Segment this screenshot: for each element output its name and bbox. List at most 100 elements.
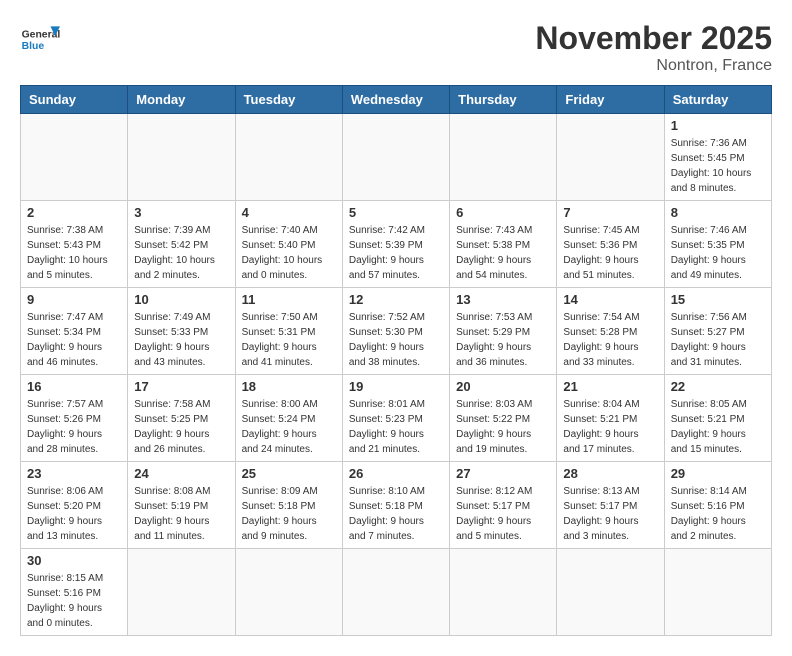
calendar-cell: 3 Sunrise: 7:39 AMSunset: 5:42 PMDaylight…: [128, 201, 235, 288]
day-info: Sunrise: 8:12 AMSunset: 5:17 PMDaylight:…: [456, 484, 550, 544]
weekday-header-saturday: Saturday: [664, 86, 771, 114]
calendar-cell: 24Sunrise: 8:08 AMSunset: 5:19 PMDayligh…: [128, 462, 235, 549]
weekday-header-thursday: Thursday: [450, 86, 557, 114]
day-info: Sunrise: 7:52 AMSunset: 5:30 PMDaylight:…: [349, 310, 443, 370]
calendar-cell: 12 Sunrise: 7:52 AMSunset: 5:30 PMDayligh…: [342, 288, 449, 375]
logo-icon: General Blue: [20, 20, 60, 60]
calendar-cell: 7 Sunrise: 7:45 AMSunset: 5:36 PMDaylight…: [557, 201, 664, 288]
day-number: 18: [242, 379, 336, 394]
weekday-header-row: SundayMondayTuesdayWednesdayThursdayFrid…: [21, 86, 772, 114]
day-number: 3: [134, 205, 228, 220]
weekday-header-monday: Monday: [128, 86, 235, 114]
calendar-cell: [128, 114, 235, 201]
day-number: 10: [134, 292, 228, 307]
calendar-cell: [664, 549, 771, 636]
calendar-cell: 19Sunrise: 8:01 AMSunset: 5:23 PMDayligh…: [342, 375, 449, 462]
day-info: Sunrise: 8:00 AMSunset: 5:24 PMDaylight:…: [242, 397, 336, 457]
day-info: Sunrise: 7:42 AMSunset: 5:39 PMDaylight:…: [349, 223, 443, 283]
day-info: Sunrise: 8:04 AMSunset: 5:21 PMDaylight:…: [563, 397, 657, 457]
day-info: Sunrise: 7:46 AMSunset: 5:35 PMDaylight:…: [671, 223, 765, 283]
day-info: Sunrise: 7:40 AMSunset: 5:40 PMDaylight:…: [242, 223, 336, 283]
calendar-cell: 11Sunrise: 7:50 AMSunset: 5:31 PMDayligh…: [235, 288, 342, 375]
day-number: 20: [456, 379, 550, 394]
week-row-2: 2Sunrise: 7:38 AMSunset: 5:43 PMDaylight…: [21, 201, 772, 288]
day-info: Sunrise: 7:39 AMSunset: 5:42 PMDaylight:…: [134, 223, 228, 283]
calendar-cell: 18 Sunrise: 8:00 AMSunset: 5:24 PMDayligh…: [235, 375, 342, 462]
svg-text:Blue: Blue: [22, 41, 45, 52]
calendar-cell: 5 Sunrise: 7:42 AMSunset: 5:39 PMDaylight…: [342, 201, 449, 288]
day-info: Sunrise: 7:50 AMSunset: 5:31 PMDaylight:…: [242, 310, 336, 370]
calendar-cell: 30 Sunrise: 8:15 AMSunset: 5:16 PMDayligh…: [21, 549, 128, 636]
week-row-1: 1 Sunrise: 7:36 AMSunset: 5:45 PMDaylight…: [21, 114, 772, 201]
calendar-cell: 23 Sunrise: 8:06 AMSunset: 5:20 PMDayligh…: [21, 462, 128, 549]
calendar-cell: 17 Sunrise: 7:58 AMSunset: 5:25 PMDayligh…: [128, 375, 235, 462]
day-number: 7: [563, 205, 657, 220]
location-title: Nontron, France: [535, 57, 772, 75]
day-number: 23: [27, 466, 121, 481]
day-info: Sunrise: 8:08 AMSunset: 5:19 PMDaylight:…: [134, 484, 228, 544]
calendar-cell: [342, 549, 449, 636]
day-number: 1: [671, 118, 765, 133]
day-info: Sunrise: 7:45 AMSunset: 5:36 PMDaylight:…: [563, 223, 657, 283]
week-row-4: 16Sunrise: 7:57 AMSunset: 5:26 PMDayligh…: [21, 375, 772, 462]
day-info: Sunrise: 8:06 AMSunset: 5:20 PMDaylight:…: [27, 484, 121, 544]
calendar-cell: 10 Sunrise: 7:49 AMSunset: 5:33 PMDayligh…: [128, 288, 235, 375]
day-number: 9: [27, 292, 121, 307]
calendar-cell: 22 Sunrise: 8:05 AMSunset: 5:21 PMDayligh…: [664, 375, 771, 462]
day-number: 17: [134, 379, 228, 394]
calendar-cell: [342, 114, 449, 201]
day-number: 16: [27, 379, 121, 394]
day-number: 21: [563, 379, 657, 394]
day-number: 12: [349, 292, 443, 307]
calendar-cell: [235, 549, 342, 636]
calendar-cell: 26Sunrise: 8:10 AMSunset: 5:18 PMDayligh…: [342, 462, 449, 549]
calendar-table: SundayMondayTuesdayWednesdayThursdayFrid…: [20, 85, 772, 636]
calendar-cell: 1 Sunrise: 7:36 AMSunset: 5:45 PMDaylight…: [664, 114, 771, 201]
calendar-cell: 28 Sunrise: 8:13 AMSunset: 5:17 PMDayligh…: [557, 462, 664, 549]
day-info: Sunrise: 8:01 AMSunset: 5:23 PMDaylight:…: [349, 397, 443, 457]
calendar-cell: 13Sunrise: 7:53 AMSunset: 5:29 PMDayligh…: [450, 288, 557, 375]
calendar-cell: 8Sunrise: 7:46 AMSunset: 5:35 PMDaylight…: [664, 201, 771, 288]
day-info: Sunrise: 8:14 AMSunset: 5:16 PMDaylight:…: [671, 484, 765, 544]
calendar-cell: 25Sunrise: 8:09 AMSunset: 5:18 PMDayligh…: [235, 462, 342, 549]
day-info: Sunrise: 8:15 AMSunset: 5:16 PMDaylight:…: [27, 571, 121, 631]
week-row-3: 9 Sunrise: 7:47 AMSunset: 5:34 PMDaylight…: [21, 288, 772, 375]
logo: General Blue: [20, 20, 60, 60]
day-number: 29: [671, 466, 765, 481]
calendar-cell: [21, 114, 128, 201]
calendar-cell: [235, 114, 342, 201]
calendar-cell: [450, 549, 557, 636]
weekday-header-wednesday: Wednesday: [342, 86, 449, 114]
calendar-cell: 29 Sunrise: 8:14 AMSunset: 5:16 PMDayligh…: [664, 462, 771, 549]
day-number: 22: [671, 379, 765, 394]
calendar-cell: [128, 549, 235, 636]
day-info: Sunrise: 7:36 AMSunset: 5:45 PMDaylight:…: [671, 136, 765, 196]
day-number: 30: [27, 553, 121, 568]
weekday-header-friday: Friday: [557, 86, 664, 114]
calendar-cell: 21 Sunrise: 8:04 AMSunset: 5:21 PMDayligh…: [557, 375, 664, 462]
day-number: 2: [27, 205, 121, 220]
calendar-cell: 15Sunrise: 7:56 AMSunset: 5:27 PMDayligh…: [664, 288, 771, 375]
calendar-cell: 20 Sunrise: 8:03 AMSunset: 5:22 PMDayligh…: [450, 375, 557, 462]
day-info: Sunrise: 8:13 AMSunset: 5:17 PMDaylight:…: [563, 484, 657, 544]
day-info: Sunrise: 7:47 AMSunset: 5:34 PMDaylight:…: [27, 310, 121, 370]
day-info: Sunrise: 7:49 AMSunset: 5:33 PMDaylight:…: [134, 310, 228, 370]
day-number: 5: [349, 205, 443, 220]
calendar-cell: [557, 549, 664, 636]
calendar-cell: 6Sunrise: 7:43 AMSunset: 5:38 PMDaylight…: [450, 201, 557, 288]
day-info: Sunrise: 8:05 AMSunset: 5:21 PMDaylight:…: [671, 397, 765, 457]
day-info: Sunrise: 7:58 AMSunset: 5:25 PMDaylight:…: [134, 397, 228, 457]
calendar-cell: [557, 114, 664, 201]
calendar-cell: 4 Sunrise: 7:40 AMSunset: 5:40 PMDaylight…: [235, 201, 342, 288]
calendar-cell: [450, 114, 557, 201]
day-number: 4: [242, 205, 336, 220]
day-number: 15: [671, 292, 765, 307]
day-number: 28: [563, 466, 657, 481]
day-number: 6: [456, 205, 550, 220]
page-header: General Blue November 2025 Nontron, Fran…: [20, 20, 772, 75]
day-info: Sunrise: 7:54 AMSunset: 5:28 PMDaylight:…: [563, 310, 657, 370]
day-info: Sunrise: 8:03 AMSunset: 5:22 PMDaylight:…: [456, 397, 550, 457]
weekday-header-tuesday: Tuesday: [235, 86, 342, 114]
day-number: 27: [456, 466, 550, 481]
calendar-cell: 16Sunrise: 7:57 AMSunset: 5:26 PMDayligh…: [21, 375, 128, 462]
